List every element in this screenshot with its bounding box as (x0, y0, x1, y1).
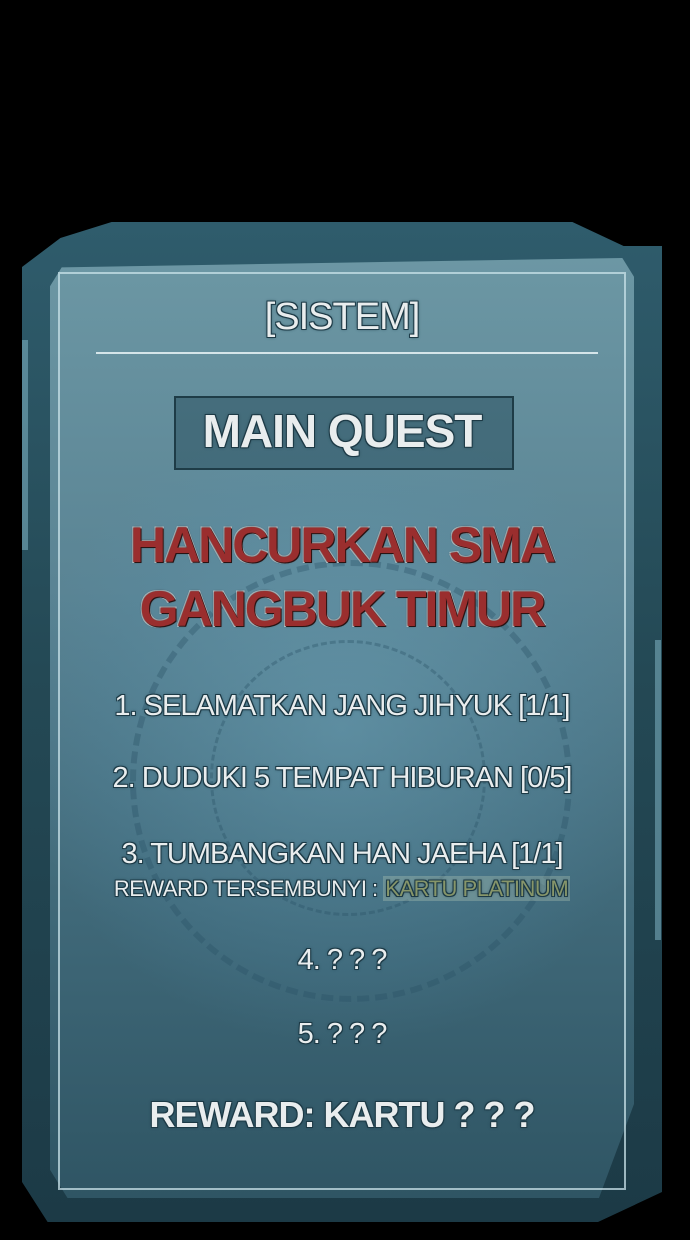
task-item: 4. ? ? ? (297, 944, 388, 976)
quest-type-label: MAIN QUEST (202, 405, 483, 457)
task-item: 1. SELAMATKAN JANG JIHYUK [1/1] (114, 690, 570, 722)
hidden-reward-value: KARTU PLATINUM (383, 876, 571, 901)
quest-name-line-2: GANGBUK TIMUR (139, 581, 547, 637)
hidden-reward-label: REWARD TERSEMBUNYI : (113, 876, 384, 901)
task-item: 3. TUMBANGKAN HAN JAEHA [1/1] (121, 838, 563, 870)
task-item: 5. ? ? ? (297, 1018, 388, 1050)
frame-accent (22, 340, 28, 550)
system-title: [SISTEM] (264, 296, 421, 338)
quest-reward: REWARD: KARTU ? ? ? (149, 1094, 536, 1135)
frame-accent (655, 640, 661, 940)
hidden-reward: REWARD TERSEMBUNYI : KARTU PLATINUM (58, 876, 626, 902)
quest-name-line-1: HANCURKAN SMA (130, 517, 556, 573)
background: [SISTEM] MAIN QUEST HANCURKAN SMA GANGBU… (0, 0, 690, 1240)
title-divider (96, 352, 598, 354)
task-item: 2. DUDUKI 5 TEMPAT HIBURAN [0/5] (112, 762, 573, 794)
